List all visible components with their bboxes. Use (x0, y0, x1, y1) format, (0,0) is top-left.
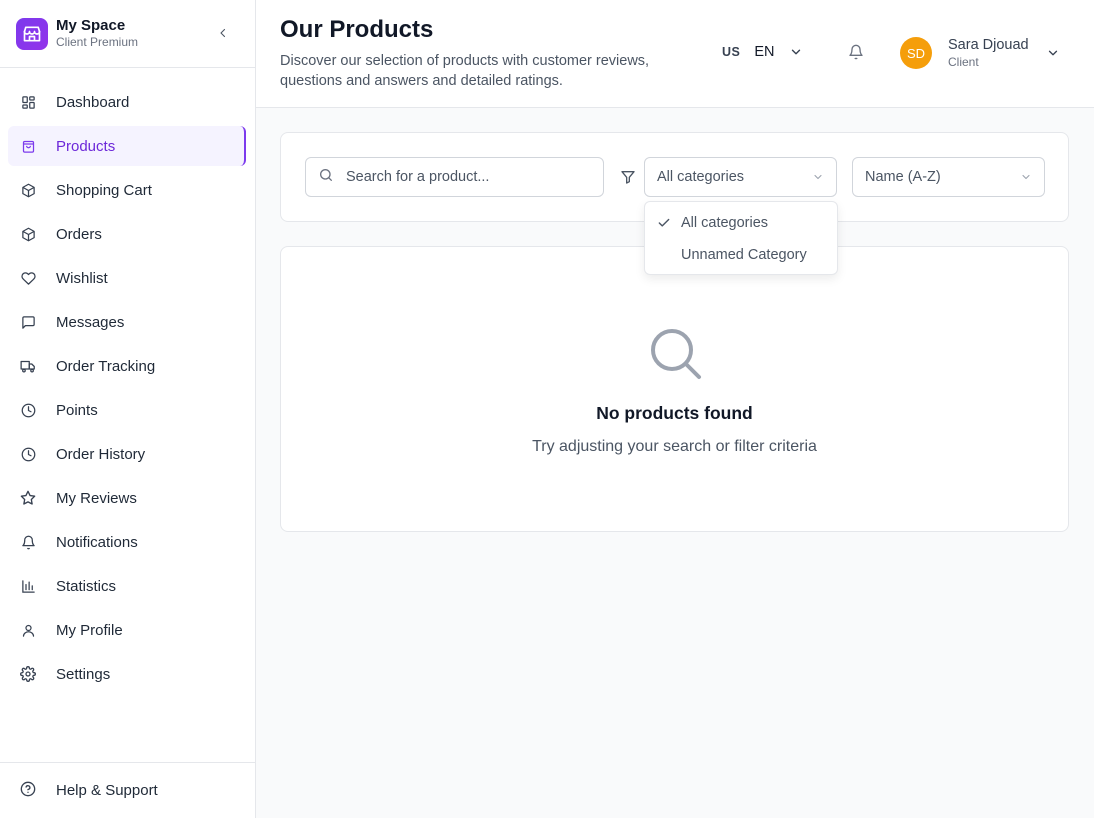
sort-select-value: Name (A-Z) (865, 169, 941, 185)
sidebar-item-label: Wishlist (56, 269, 108, 287)
page-header: Our Products Discover our selection of p… (256, 0, 1094, 108)
sort-select[interactable]: Name (A-Z) (852, 157, 1045, 197)
category-option-all[interactable]: All categories (645, 207, 837, 239)
sidebar-item-label: Dashboard (56, 93, 130, 111)
brand-subtitle: Client Premium (56, 35, 139, 49)
language-code: EN (754, 44, 775, 60)
brand-header: My Space Client Premium (0, 0, 255, 68)
shopping-bag-icon (20, 138, 36, 154)
sidebar-item-label: Order Tracking (56, 357, 156, 375)
search-box[interactable] (305, 157, 604, 197)
flag-icon: US (722, 45, 741, 59)
sidebar-item-label: Points (56, 401, 98, 419)
sidebar-item-label: Settings (56, 665, 111, 683)
bell-icon (20, 534, 36, 550)
sidebar-item-settings[interactable]: Settings (8, 654, 247, 694)
store-icon (16, 17, 48, 50)
user-role: Client (948, 55, 979, 69)
category-option-label: Unnamed Category (681, 247, 807, 263)
collapse-sidebar-button[interactable] (215, 25, 231, 41)
help-circle-icon (20, 781, 36, 801)
sidebar-item-dashboard[interactable]: Dashboard (8, 82, 247, 122)
notifications-button[interactable] (848, 44, 864, 60)
sidebar-item-order-tracking[interactable]: Order Tracking (8, 346, 247, 386)
sidebar-nav: Dashboard Products Shopping Cart Orders … (0, 68, 255, 694)
bar-chart-icon (20, 578, 36, 594)
sidebar-item-messages[interactable]: Messages (8, 302, 247, 342)
sidebar-item-label: Order History (56, 445, 146, 463)
check-icon (657, 216, 671, 234)
chevron-down-icon (1046, 46, 1060, 65)
sidebar-item-notifications[interactable]: Notifications (8, 522, 247, 562)
user-icon (20, 622, 36, 638)
sidebar-item-label: Shopping Cart (56, 181, 152, 199)
search-icon (647, 325, 705, 383)
chevron-down-icon (1020, 171, 1032, 187)
page-title: Our Products (280, 16, 434, 43)
sidebar-item-my-reviews[interactable]: My Reviews (8, 478, 247, 518)
chevron-down-icon (789, 45, 803, 59)
language-selector[interactable]: US EN (722, 44, 803, 60)
category-select[interactable]: All categories (644, 157, 837, 197)
heart-icon (20, 270, 36, 286)
bell-icon (849, 44, 863, 60)
package-icon (20, 226, 36, 242)
sidebar-item-label: My Profile (56, 621, 123, 639)
truck-icon (20, 358, 36, 374)
user-menu[interactable]: SD Sara Djouad Client (900, 36, 1058, 70)
search-input[interactable] (346, 169, 586, 185)
empty-state-subtitle: Try adjusting your search or filter crit… (532, 438, 817, 455)
user-name: Sara Djouad (948, 37, 1029, 53)
sidebar-item-label: Notifications (56, 533, 138, 551)
sidebar-item-label: Products (56, 137, 116, 155)
sidebar-item-label: My Reviews (56, 489, 137, 507)
clock-icon (20, 402, 36, 418)
sidebar-item-orders[interactable]: Orders (8, 214, 247, 254)
category-option-unnamed[interactable]: Unnamed Category (645, 239, 837, 271)
category-option-label: All categories (681, 215, 769, 231)
message-icon (20, 314, 36, 330)
sidebar-item-label: Statistics (56, 577, 117, 595)
clock-icon (20, 446, 36, 462)
sidebar-item-wishlist[interactable]: Wishlist (8, 258, 247, 298)
filter-icon (620, 169, 636, 185)
sidebar-item-my-profile[interactable]: My Profile (8, 610, 247, 650)
empty-state-card: No products found Try adjusting your sea… (280, 246, 1069, 532)
sidebar-item-points[interactable]: Points (8, 390, 247, 430)
chevron-left-icon (220, 28, 226, 38)
help-support-label: Help & Support (56, 782, 158, 799)
gear-icon (20, 666, 36, 682)
package-icon (20, 182, 36, 198)
chevron-down-icon (812, 171, 824, 187)
category-select-value: All categories (657, 169, 745, 185)
dashboard-icon (20, 94, 36, 110)
empty-state-title: No products found (596, 403, 753, 423)
sidebar: My Space Client Premium Dashboard Produc… (0, 0, 256, 818)
sidebar-item-statistics[interactable]: Statistics (8, 566, 247, 606)
search-icon (318, 167, 334, 188)
star-icon (20, 490, 36, 506)
page-subtitle: Discover our selection of products with … (280, 53, 650, 89)
sidebar-item-order-history[interactable]: Order History (8, 434, 247, 474)
avatar: SD (900, 37, 932, 69)
brand-name: My Space (56, 17, 126, 34)
sidebar-item-label: Messages (56, 313, 125, 331)
category-dropdown: All categories Unnamed Category (644, 201, 838, 275)
sidebar-item-label: Orders (56, 225, 102, 243)
sidebar-item-shopping-cart[interactable]: Shopping Cart (8, 170, 247, 210)
help-support-link[interactable]: Help & Support (0, 762, 255, 818)
sidebar-item-products[interactable]: Products (8, 126, 246, 166)
